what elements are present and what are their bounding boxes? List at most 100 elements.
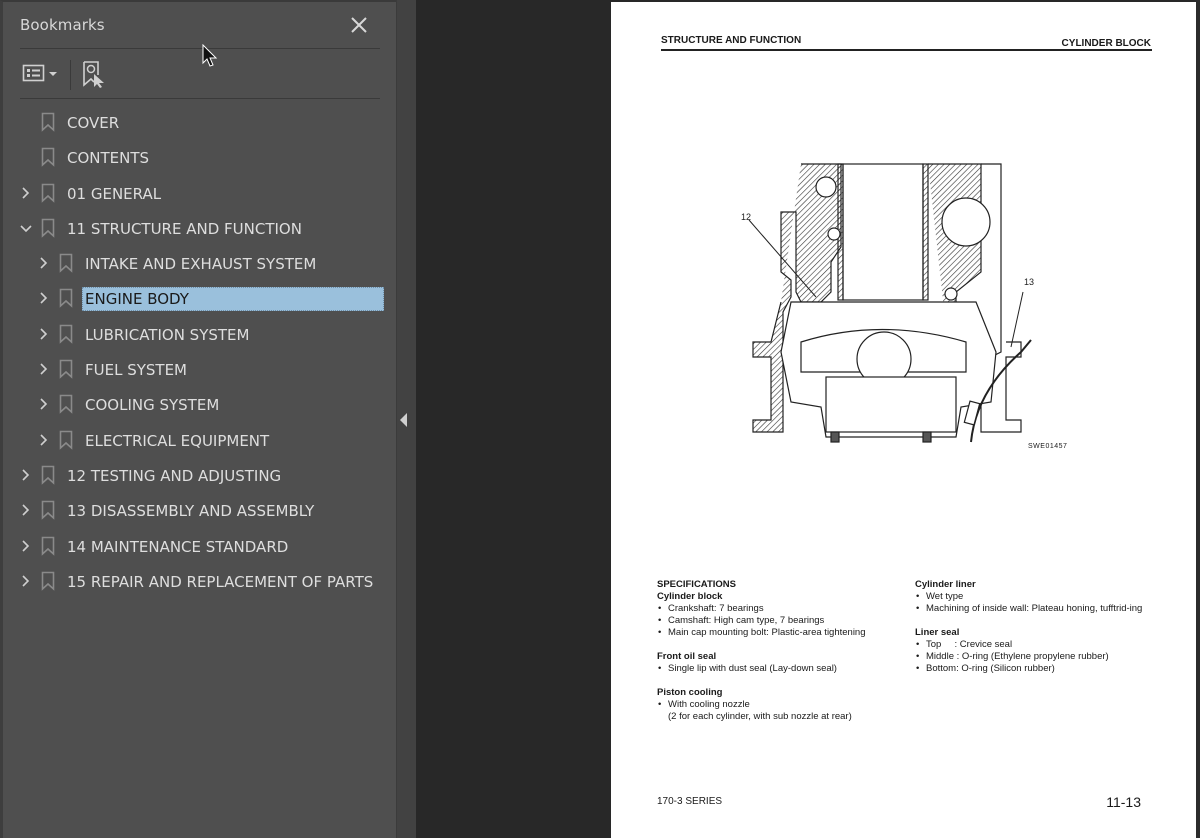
spec-heading: Front oil seal (657, 651, 717, 662)
spec-heading: Piston cooling (657, 687, 723, 698)
chevron-right-icon[interactable] (20, 539, 32, 552)
bookmark-item[interactable]: 12 TESTING AND ADJUSTING (3, 458, 396, 493)
bookmark-label[interactable]: CONTENTS (64, 146, 152, 170)
bookmark-icon (41, 465, 55, 485)
collapse-left-arrow-icon[interactable] (399, 412, 409, 428)
bookmark-item[interactable]: 13 DISASSEMBLY AND ASSEMBLY (3, 493, 396, 528)
divider (20, 48, 380, 49)
bookmark-item[interactable]: COOLING SYSTEM (3, 387, 396, 422)
cylinder-block-diagram: 12 13 (741, 163, 1034, 443)
bookmark-label[interactable]: 11 STRUCTURE AND FUNCTION (64, 217, 305, 241)
bookmark-icon (41, 571, 55, 591)
page-number: 11-13 (1106, 794, 1141, 810)
spec-item: Wet type (915, 591, 1155, 603)
close-icon (351, 17, 367, 33)
bookmark-label[interactable]: COOLING SYSTEM (82, 393, 222, 417)
bookmark-item[interactable]: 01 GENERAL (3, 176, 396, 211)
bookmark-label[interactable]: 01 GENERAL (64, 182, 164, 206)
divider (20, 98, 380, 99)
bookmark-label[interactable]: ELECTRICAL EQUIPMENT (82, 429, 272, 453)
bookmark-label[interactable]: 12 TESTING AND ADJUSTING (64, 464, 284, 488)
spec-item: Bottom: O-ring (Silicon rubber) (915, 663, 1155, 675)
bookmark-label[interactable]: LUBRICATION SYSTEM (82, 323, 252, 347)
panel-title: Bookmarks (20, 16, 105, 34)
list-options-icon (22, 64, 57, 82)
toolbar-separator (70, 60, 71, 90)
callout-12-label: 12 (741, 212, 751, 222)
spec-item: Top : Crevice seal (915, 639, 1155, 651)
chevron-right-icon[interactable] (20, 187, 32, 199)
bookmark-tree: COVER CONTENTS 01 GENERAL 11 STRUCTURE AND … (3, 105, 396, 599)
bookmark-label[interactable]: ENGINE BODY (82, 287, 384, 312)
find-current-bookmark-button[interactable] (81, 59, 107, 89)
callout-13-leader (1010, 291, 1024, 348)
bookmark-item[interactable]: COVER (3, 105, 396, 140)
specifications-left: SPECIFICATIONS Cylinder blockCrankshaft:… (657, 579, 907, 723)
bookmark-label[interactable]: 13 DISASSEMBLY AND ASSEMBLY (64, 499, 317, 523)
spec-list: Single lip with dust seal (Lay-down seal… (657, 663, 907, 675)
chevron-right-icon[interactable] (38, 434, 50, 446)
bookmark-label[interactable]: FUEL SYSTEM (82, 358, 190, 382)
bookmark-icon (59, 359, 73, 379)
chevron-right-icon[interactable] (38, 363, 50, 375)
spec-sections: Cylinder blockCrankshaft: 7 bearingsCams… (657, 591, 907, 723)
bookmark-item[interactable]: 11 STRUCTURE AND FUNCTION (3, 211, 396, 246)
spec-item: Machining of inside wall: Plateau honing… (915, 603, 1155, 615)
bookmark-item[interactable]: CONTENTS (3, 140, 396, 175)
chevron-right-icon[interactable] (20, 575, 32, 587)
spec-list: Top : Crevice sealMiddle : O-ring (Ethyl… (915, 639, 1155, 675)
bookmark-label[interactable]: 15 REPAIR AND REPLACEMENT OF PARTS (64, 570, 376, 594)
close-panel-button[interactable] (349, 15, 369, 35)
bookmark-item[interactable]: 14 MAINTENANCE STANDARD (3, 529, 396, 564)
bookmark-icon (59, 395, 73, 415)
bookmark-icon (41, 147, 55, 168)
figure-code: SWE01457 (1028, 443, 1068, 450)
options-menu-button[interactable] (22, 62, 62, 86)
bookmark-label[interactable]: INTAKE AND EXHAUST SYSTEM (82, 252, 319, 276)
find-current-bookmark-icon (83, 61, 104, 88)
chevron-right-icon[interactable] (38, 328, 50, 340)
bookmark-icon (41, 218, 55, 238)
chevron-down-icon[interactable] (20, 222, 32, 234)
bookmark-icon (41, 183, 55, 203)
bookmarks-toolbar (20, 58, 380, 92)
bookmark-item[interactable]: LUBRICATION SYSTEM (3, 317, 396, 352)
callout-13-label: 13 (1024, 277, 1034, 287)
bookmark-label[interactable]: COVER (64, 111, 122, 135)
viewer-edge (1196, 0, 1200, 838)
spec-list: With cooling nozzle (2 for each cylinder… (657, 699, 907, 723)
panel-splitter[interactable] (396, 0, 416, 838)
spec-list: Wet typeMachining of inside wall: Platea… (915, 591, 1155, 615)
bookmark-icon (41, 112, 55, 132)
bookmark-icon (59, 253, 73, 273)
chevron-right-icon[interactable] (38, 398, 50, 410)
page-footer-series: 170-3 SERIES (657, 796, 723, 807)
chevron-right-icon[interactable] (38, 257, 50, 269)
header-rule (661, 49, 1152, 51)
bookmark-item[interactable]: INTAKE AND EXHAUST SYSTEM (3, 246, 396, 281)
spec-item: With cooling nozzle (2 for each cylinder… (657, 699, 907, 723)
bookmark-item[interactable]: ENGINE BODY (3, 281, 396, 316)
bookmark-item[interactable]: FUEL SYSTEM (3, 352, 396, 387)
spec-heading: Cylinder liner (915, 579, 976, 590)
page-header-title: CYLINDER BLOCK (1061, 38, 1151, 49)
bookmark-label[interactable]: 14 MAINTENANCE STANDARD (64, 535, 291, 559)
page-header-section: STRUCTURE AND FUNCTION (661, 35, 802, 46)
bookmark-icon (41, 536, 55, 556)
spec-item: Camshaft: High cam type, 7 bearings (657, 615, 907, 627)
spec-heading: Cylinder block (657, 591, 723, 602)
bookmark-item[interactable]: 15 REPAIR AND REPLACEMENT OF PARTS (3, 564, 396, 599)
spec-heading: Liner seal (915, 627, 960, 638)
chevron-right-icon[interactable] (20, 504, 32, 516)
bookmark-icon (41, 500, 55, 521)
spec-sections: Cylinder linerWet typeMachining of insid… (915, 579, 1155, 675)
chevron-right-icon[interactable] (38, 292, 50, 305)
document-page: STRUCTURE AND FUNCTION CYLINDER BLOCK 12… (611, 2, 1196, 838)
bookmark-item[interactable]: ELECTRICAL EQUIPMENT (3, 423, 396, 458)
chevron-right-icon[interactable] (20, 469, 32, 481)
bookmark-icon (59, 324, 73, 344)
block-outline (752, 163, 1032, 443)
bookmark-icon (59, 289, 73, 309)
